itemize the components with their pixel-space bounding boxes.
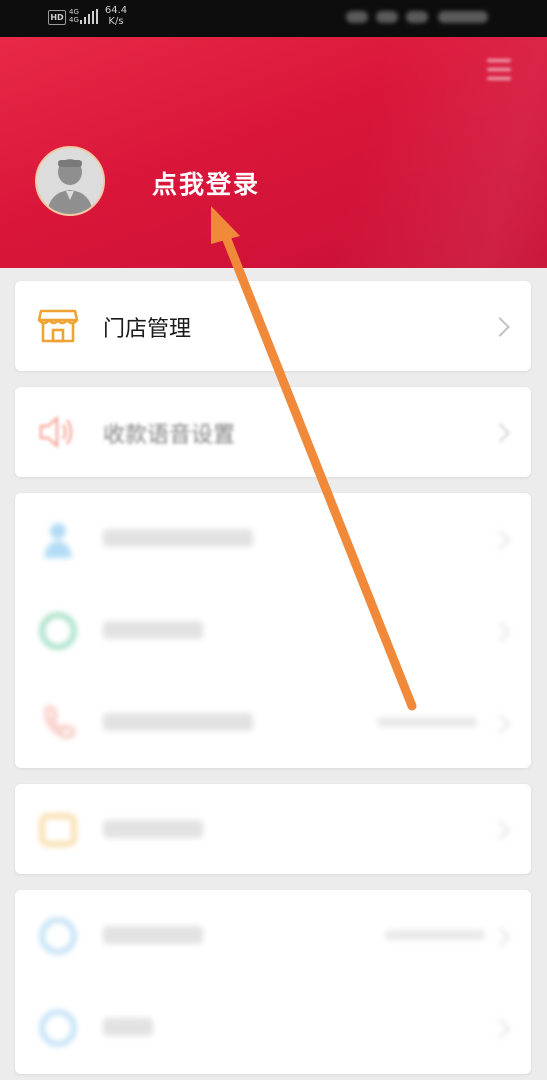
speed-unit: K/s <box>108 16 124 27</box>
speed-value: 64.4 <box>104 5 128 16</box>
network-type: 4G 4G <box>69 8 79 24</box>
chevron-right-icon <box>490 820 510 840</box>
box-icon <box>37 808 79 850</box>
chevron-right-icon <box>490 714 510 734</box>
menu-item-blurred[interactable] <box>15 677 531 768</box>
status-icons-right <box>346 11 506 23</box>
menu-card-blurred-2[interactable] <box>15 890 531 1074</box>
profile-header: 点我登录 <box>0 37 547 268</box>
network-speed: 64.4 K/s <box>104 5 128 27</box>
network-label: 4G <box>69 8 79 16</box>
menu-card-blurred[interactable] <box>15 784 531 874</box>
storefront-icon <box>37 305 79 347</box>
menu-item-store[interactable]: 门店管理 <box>15 281 531 371</box>
status-bar: HD 4G 4G 64.4 K/s <box>0 0 547 37</box>
menu-icon[interactable] <box>487 59 511 81</box>
chevron-right-icon <box>490 530 510 550</box>
menu-item-blurred[interactable] <box>15 890 531 982</box>
menu-item-voice[interactable]: 收款语音设置 <box>15 387 531 477</box>
menu-item-blurred[interactable] <box>15 585 531 677</box>
menu-item-label: 收款语音设置 <box>103 423 236 448</box>
menu-item-blurred[interactable] <box>15 982 531 1074</box>
menu-item-label: 门店管理 <box>103 317 192 342</box>
login-prompt[interactable]: 点我登录 <box>152 165 260 201</box>
chevron-right-icon <box>490 927 510 947</box>
info-icon <box>37 915 79 957</box>
chevron-right-icon <box>490 1019 510 1039</box>
menu-item-blurred[interactable] <box>15 784 531 874</box>
user-avatar-icon[interactable] <box>35 146 105 216</box>
speaker-icon <box>37 411 79 453</box>
header-highlight <box>331 37 547 268</box>
user-icon <box>37 518 79 560</box>
about-icon <box>37 1007 79 1049</box>
menu-card-store[interactable]: 门店管理 <box>15 281 531 371</box>
signal-strength-icon <box>80 9 98 24</box>
network-sub-label: 4G <box>69 16 79 24</box>
menu-card-voice[interactable]: 收款语音设置 <box>15 387 531 477</box>
chevron-right-icon <box>490 423 510 443</box>
phone-icon <box>37 702 79 744</box>
hd-indicator: HD <box>48 10 66 25</box>
circle-icon <box>37 610 79 652</box>
menu-card-group[interactable] <box>15 493 531 768</box>
chevron-right-icon <box>490 317 510 337</box>
chevron-right-icon <box>490 622 510 642</box>
menu-item-blurred[interactable] <box>15 493 531 585</box>
